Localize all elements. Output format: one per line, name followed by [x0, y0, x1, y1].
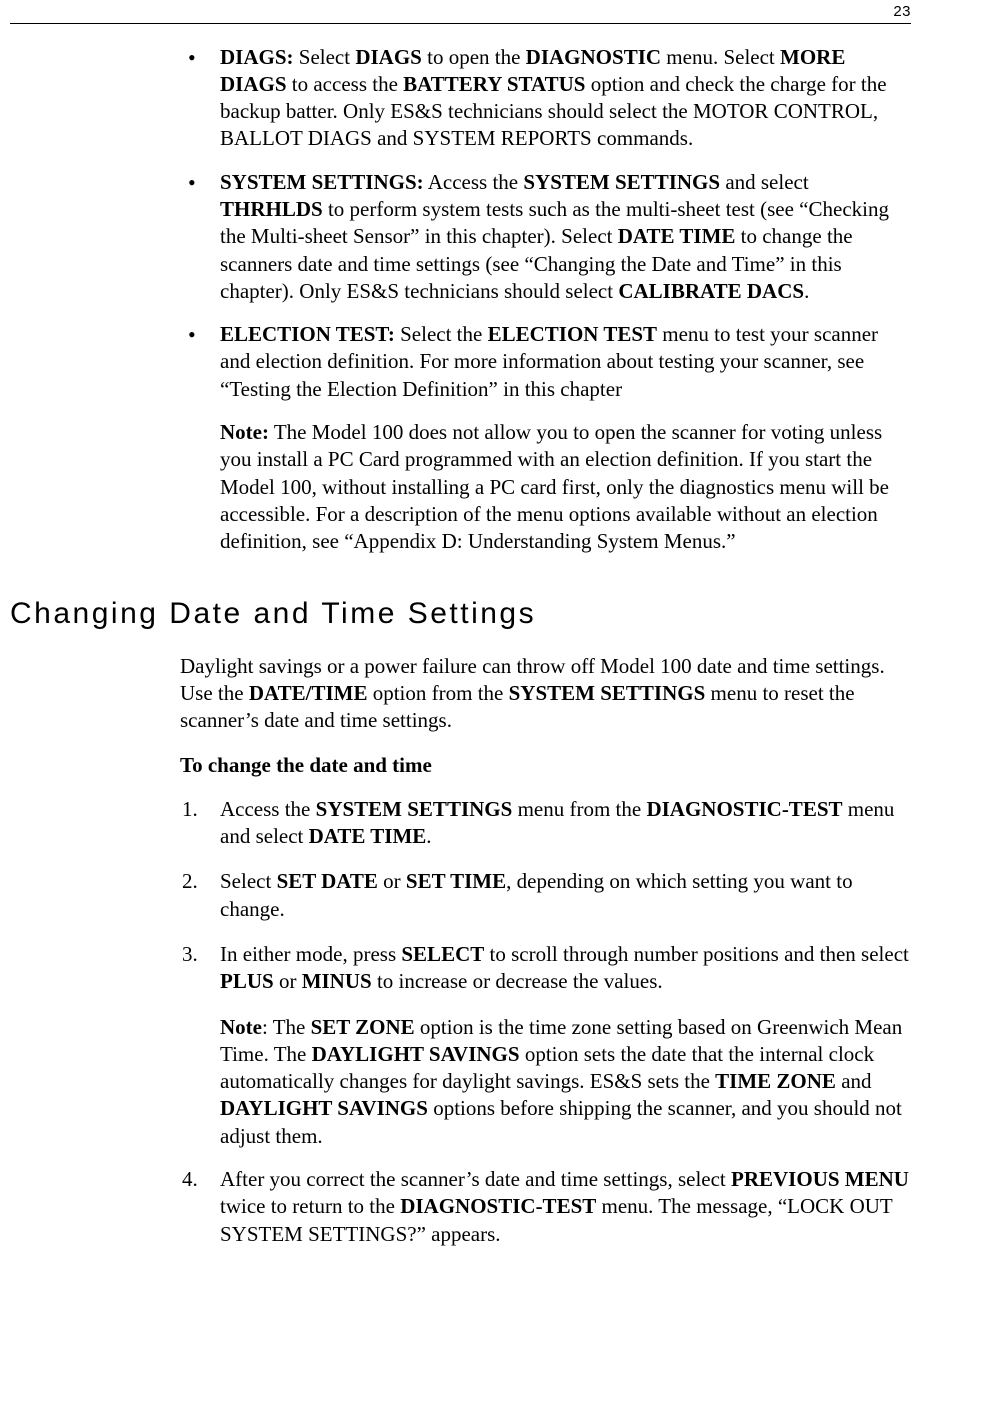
- bullet-diags: DIAGS: Select DIAGS to open the DIAGNOST…: [180, 44, 911, 153]
- step-text: After you correct the scanner’s date and…: [220, 1167, 909, 1246]
- step-text: In either mode, press SELECT to scroll t…: [220, 942, 909, 993]
- intro-paragraph: Daylight savings or a power failure can …: [180, 653, 911, 735]
- step-text: Access the SYSTEM SETTINGS menu from the…: [220, 797, 894, 848]
- bullet-election-test-note: Note: The Model 100 does not allow you t…: [180, 419, 911, 555]
- step-1: 1. Access the SYSTEM SETTINGS menu from …: [180, 796, 911, 851]
- bullet-system-settings: SYSTEM SETTINGS: Access the SYSTEM SETTI…: [180, 169, 911, 305]
- step-number: 4.: [182, 1166, 198, 1193]
- step-3-note: Note: The SET ZONE option is the time zo…: [180, 1014, 911, 1150]
- step-3: 3. In either mode, press SELECT to scrol…: [180, 941, 911, 996]
- step-number: 2.: [182, 868, 198, 895]
- step-number: 1.: [182, 796, 198, 823]
- page-number: 23: [10, 0, 911, 24]
- step-2: 2. Select SET DATE or SET TIME, dependin…: [180, 868, 911, 923]
- section-heading: Changing Date and Time Settings: [10, 594, 911, 633]
- step-number: 3.: [182, 941, 198, 968]
- step-4: 4. After you correct the scanner’s date …: [180, 1166, 911, 1248]
- procedure-title: To change the date and time: [180, 752, 911, 779]
- step-text: Select SET DATE or SET TIME, depending o…: [220, 869, 853, 920]
- bullet-election-test: ELECTION TEST: Select the ELECTION TEST …: [180, 321, 911, 403]
